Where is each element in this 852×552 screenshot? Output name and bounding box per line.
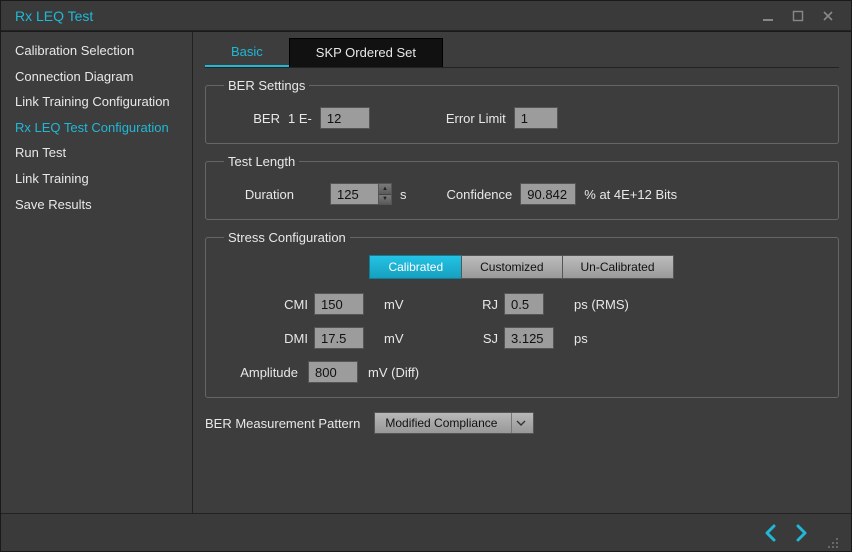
app-window: Rx LEQ Test Calibration Selection Connec…: [0, 0, 852, 552]
pattern-select[interactable]: Modified Compliance: [374, 412, 534, 434]
maximize-button[interactable]: [783, 5, 813, 27]
sidebar-item-link-training[interactable]: Link Training: [1, 166, 192, 192]
ber-input[interactable]: [320, 107, 370, 129]
stress-mode-toggle: Calibrated Customized Un-Calibrated: [224, 255, 820, 279]
confidence-input[interactable]: [520, 183, 576, 205]
group-test-length: Test Length Duration ▲ ▼ s Confidence: [205, 154, 839, 220]
window-title: Rx LEQ Test: [15, 8, 753, 24]
legend-test-length: Test Length: [224, 154, 299, 169]
sidebar-item-link-training-configuration[interactable]: Link Training Configuration: [1, 89, 192, 115]
confidence-suffix: % at 4E+12 Bits: [584, 187, 677, 202]
legend-stress-configuration: Stress Configuration: [224, 230, 350, 245]
sidebar-item-save-results[interactable]: Save Results: [1, 192, 192, 218]
rj-unit: ps (RMS): [574, 297, 654, 312]
cmi-unit: mV: [384, 297, 444, 312]
ber-prefix: 1 E-: [288, 111, 312, 126]
ber-label: BER: [224, 111, 280, 126]
sj-label: SJ: [444, 331, 504, 346]
sidebar-item-calibration-selection[interactable]: Calibration Selection: [1, 38, 192, 64]
duration-step-down[interactable]: ▼: [379, 195, 391, 205]
titlebar: Rx LEQ Test: [1, 1, 851, 31]
duration-unit: s: [400, 187, 407, 202]
rj-label: RJ: [444, 297, 504, 312]
toggle-calibrated[interactable]: Calibrated: [369, 255, 462, 279]
amplitude-input[interactable]: [308, 361, 358, 383]
next-button[interactable]: [789, 521, 813, 545]
group-stress-configuration: Stress Configuration Calibrated Customiz…: [205, 230, 839, 398]
content-body: Calibration Selection Connection Diagram…: [1, 31, 851, 513]
error-limit-input[interactable]: [514, 107, 558, 129]
dmi-unit: mV: [384, 331, 444, 346]
footer: [1, 513, 851, 551]
sidebar-item-connection-diagram[interactable]: Connection Diagram: [1, 64, 192, 90]
tab-strip: Basic SKP Ordered Set: [205, 38, 839, 68]
sj-input[interactable]: [504, 327, 554, 349]
close-button[interactable]: [813, 5, 843, 27]
toggle-uncalibrated[interactable]: Un-Calibrated: [562, 255, 674, 279]
pattern-select-value: Modified Compliance: [385, 416, 497, 430]
tab-skp-ordered-set[interactable]: SKP Ordered Set: [289, 38, 443, 67]
duration-input[interactable]: [330, 183, 378, 205]
sidebar-item-rx-leq-test-configuration[interactable]: Rx LEQ Test Configuration: [1, 115, 192, 141]
prev-button[interactable]: [759, 521, 783, 545]
error-limit-label: Error Limit: [446, 111, 506, 126]
cmi-label: CMI: [224, 297, 314, 312]
chevron-down-icon: [511, 413, 529, 433]
duration-label: Duration: [224, 187, 294, 202]
main-panel: Basic SKP Ordered Set BER Settings BER 1…: [193, 32, 851, 513]
sidebar-item-run-test[interactable]: Run Test: [1, 140, 192, 166]
duration-step-up[interactable]: ▲: [379, 184, 391, 195]
duration-input-wrap: ▲ ▼: [330, 183, 392, 205]
cmi-input[interactable]: [314, 293, 364, 315]
toggle-customized[interactable]: Customized: [461, 255, 562, 279]
resize-grip-icon[interactable]: [825, 535, 839, 549]
dmi-input[interactable]: [314, 327, 364, 349]
tab-basic[interactable]: Basic: [205, 38, 289, 67]
rj-input[interactable]: [504, 293, 544, 315]
pattern-label: BER Measurement Pattern: [205, 416, 360, 431]
amplitude-unit: mV (Diff): [368, 365, 419, 380]
dmi-label: DMI: [224, 331, 314, 346]
amplitude-label: Amplitude: [224, 365, 298, 380]
confidence-label: Confidence: [447, 187, 513, 202]
minimize-button[interactable]: [753, 5, 783, 27]
group-ber-settings: BER Settings BER 1 E- Error Limit: [205, 78, 839, 144]
sidebar: Calibration Selection Connection Diagram…: [1, 32, 193, 513]
sj-unit: ps: [574, 331, 654, 346]
legend-ber-settings: BER Settings: [224, 78, 309, 93]
